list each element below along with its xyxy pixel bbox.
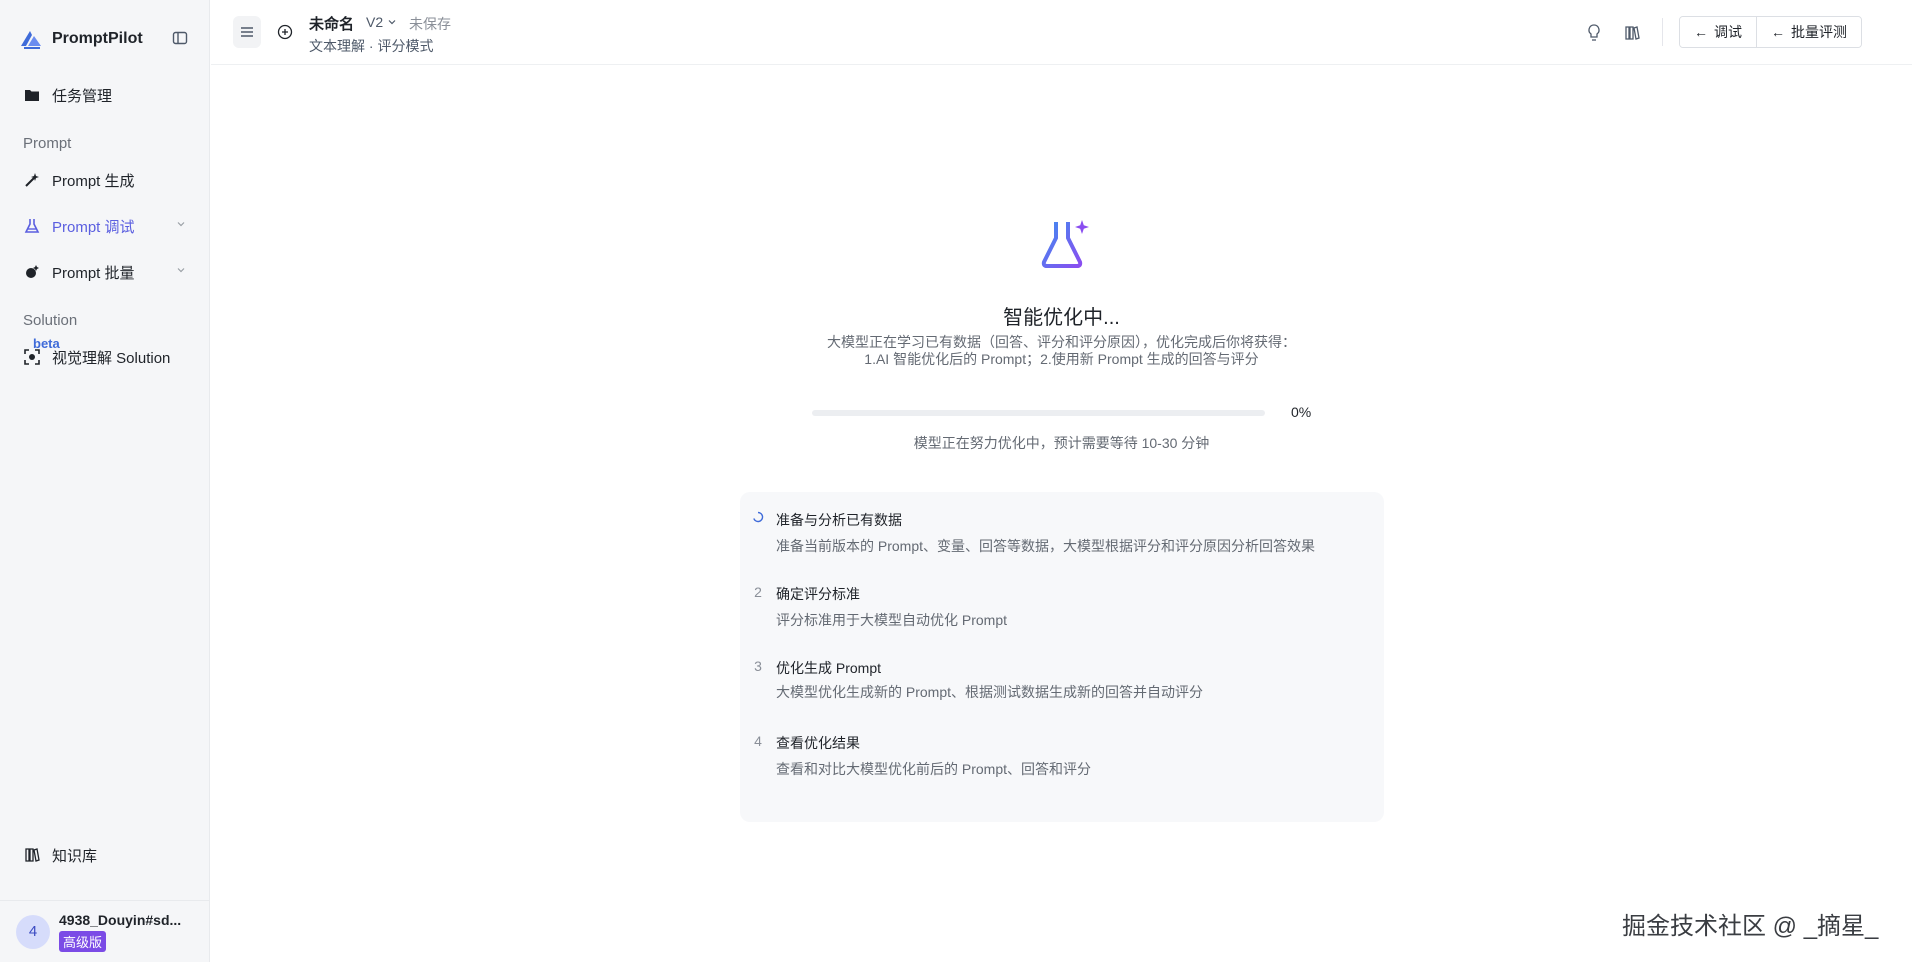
save-status: 未保存	[409, 16, 451, 32]
step-description: 评分标准用于大模型自动优化 Prompt	[776, 612, 1008, 628]
step-title: 查看优化结果	[776, 735, 860, 751]
visual-scan-icon	[22, 347, 42, 367]
step-title: 准备与分析已有数据	[776, 512, 902, 528]
magic-wand-icon	[22, 170, 42, 190]
top-header: 未命名 V2 未保存 文本理解 · 评分模式 ← 调试 ← 批量评测	[211, 0, 1912, 65]
arrow-left-icon: ←	[1694, 24, 1708, 40]
sidebar-item-visual-solution[interactable]: 视觉理解 Solution	[12, 338, 198, 376]
step-number: 3	[754, 658, 762, 674]
chevron-down-icon	[388, 20, 396, 25]
progress-bar	[812, 410, 1265, 416]
chevron-down-icon	[177, 268, 185, 273]
sidebar-collapse-icon[interactable]	[170, 28, 190, 48]
progress-percent: 0%	[1291, 404, 1312, 420]
sidebar-item-prompt-debug[interactable]: Prompt 调试	[12, 207, 198, 245]
chevron-down-icon	[177, 222, 185, 227]
loading-spinner-icon	[750, 510, 766, 526]
promptpilot-logo-icon	[21, 31, 41, 49]
step-description: 查看和对比大模型优化前后的 Prompt、回答和评分	[776, 761, 1092, 777]
lightbulb-icon[interactable]	[1583, 22, 1605, 44]
step-title: 确定评分标准	[776, 586, 860, 602]
watermark: 掘金技术社区 @ _摘星_	[1622, 913, 1879, 940]
optimizing-description: 大模型正在学习已有数据（回答、评分和评分原因），优化完成后你将获得： 1.AI …	[211, 334, 1912, 368]
description-line: 大模型正在学习已有数据（回答、评分和评分原因），优化完成后你将获得：	[827, 334, 1296, 350]
description-line: 1.AI 智能优化后的 Prompt；2.使用新 Prompt 生成的回答与评分	[864, 351, 1259, 367]
batch-eval-button[interactable]: ← 批量评测	[1756, 17, 1861, 47]
brand-name: PromptPilot	[52, 30, 143, 47]
add-circle-icon[interactable]	[275, 22, 295, 42]
step-number: 4	[754, 733, 762, 749]
batch-eval-button-label: 批量评测	[1791, 24, 1847, 40]
sidebar-item-label: Prompt 生成	[52, 172, 135, 190]
sidebar-item-label: 任务管理	[52, 87, 113, 105]
sidebar-item-tasks[interactable]: 任务管理	[12, 76, 198, 114]
batch-icon	[22, 262, 42, 282]
step-description: 大模型优化生成新的 Prompt、根据测试数据生成新的回答并自动评分	[776, 684, 1204, 700]
sidebar-item-prompt-gen[interactable]: Prompt 生成	[12, 161, 198, 199]
flask-sparkle-icon	[1041, 220, 1089, 268]
step-description: 准备当前版本的 Prompt、变量、回答等数据，大模型根据评分和评分原因分析回答…	[776, 538, 1316, 554]
step-number: 2	[754, 584, 762, 600]
sidebar-item-label: 视觉理解 Solution	[52, 349, 171, 367]
folder-icon	[22, 85, 42, 105]
debug-button-label: 调试	[1714, 24, 1742, 40]
book-icon[interactable]	[1621, 22, 1643, 44]
sidebar: PromptPilot 任务管理 Prompt Prompt 生成 Prompt…	[0, 0, 210, 962]
optimizing-title: 智能优化中...	[1003, 307, 1120, 329]
sidebar-item-knowledge[interactable]: 知识库	[12, 836, 198, 874]
sidebar-item-prompt-batch[interactable]: Prompt 批量	[12, 253, 198, 291]
version-select[interactable]: V2	[366, 14, 397, 30]
user-name: 4938_Douyin#sd...	[59, 911, 182, 928]
arrow-left-icon: ←	[1771, 24, 1785, 40]
avatar: 4	[16, 914, 50, 949]
version-label: V2	[366, 14, 384, 30]
user-profile[interactable]: 4 4938_Douyin#sd... 高级版	[0, 900, 210, 962]
progress-note: 模型正在努力优化中，预计需要等待 10-30 分钟	[913, 435, 1210, 451]
page-subtitle: 文本理解 · 评分模式	[309, 38, 434, 54]
header-button-group: ← 调试 ← 批量评测	[1679, 16, 1862, 48]
section-label-prompt: Prompt	[23, 135, 72, 152]
brand[interactable]: PromptPilot	[18, 26, 143, 52]
flask-icon	[22, 216, 42, 236]
book-icon	[22, 845, 42, 865]
sidebar-item-label: Prompt 批量	[52, 264, 135, 282]
debug-button[interactable]: ← 调试	[1680, 17, 1756, 47]
steps-panel: 准备与分析已有数据 准备当前版本的 Prompt、变量、回答等数据，大模型根据评…	[740, 492, 1384, 822]
plan-badge: 高级版	[59, 930, 107, 952]
sidebar-item-label: 知识库	[52, 847, 98, 865]
sidebar-item-label: Prompt 调试	[52, 218, 135, 236]
page-title[interactable]: 未命名	[309, 13, 354, 34]
step-title: 优化生成 Prompt	[776, 660, 882, 676]
header-divider	[1662, 18, 1663, 46]
menu-icon[interactable]	[233, 16, 261, 48]
